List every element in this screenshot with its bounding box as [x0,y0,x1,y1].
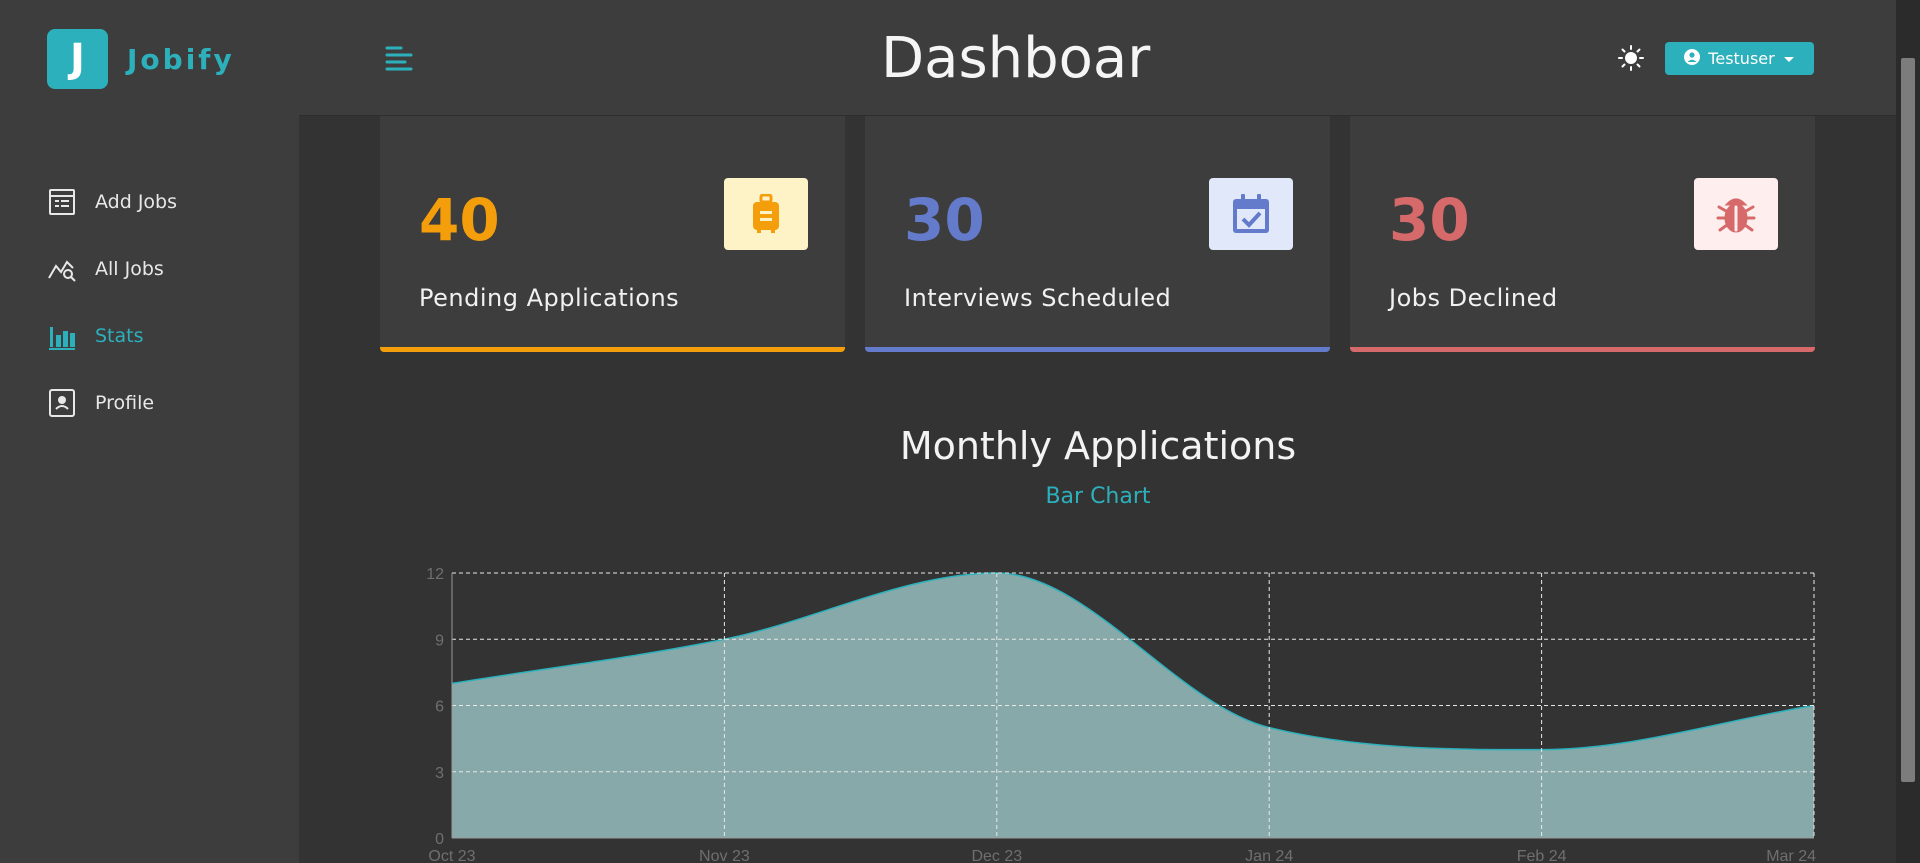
y-tick-label: 3 [435,765,444,782]
x-tick-label: Oct 23 [428,848,475,863]
x-tick-label: Feb 24 [1517,848,1567,863]
x-tick-label: Nov 23 [699,848,750,863]
area-chart: 0 3 6 9 12 Oct 23 Nov 23 Dec 23 Jan 24 Feb 24 Mar … [426,566,1816,863]
y-tick-label: 0 [435,831,444,848]
y-tick-label: 12 [426,566,444,583]
y-tick-label: 9 [435,632,444,649]
x-tick-label: Dec 23 [971,848,1022,863]
x-tick-label: Jan 24 [1245,848,1293,863]
y-tick-label: 6 [435,699,444,716]
x-tick-label: Mar 24 [1766,848,1816,863]
